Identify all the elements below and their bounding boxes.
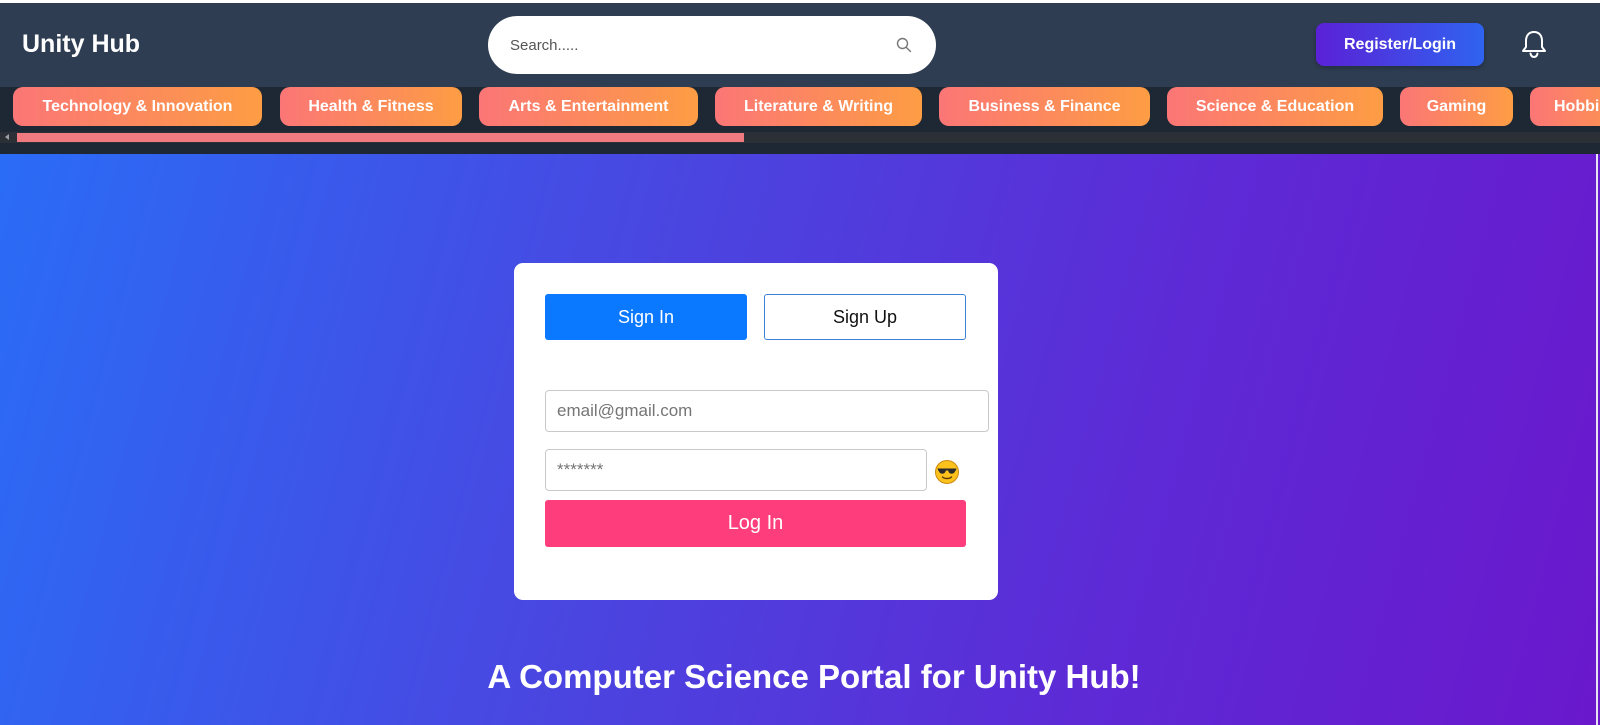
sign-up-tab[interactable]: Sign Up [764,294,966,340]
category-science-education[interactable]: Science & Education [1167,87,1383,126]
sign-in-tab[interactable]: Sign In [545,294,747,340]
search-input[interactable] [510,32,890,58]
category-arts-entertainment[interactable]: Arts & Entertainment [479,87,698,126]
scroll-left-arrow-icon[interactable] [5,134,9,140]
password-field[interactable] [545,449,927,491]
notification-bell-icon[interactable] [1520,29,1548,59]
category-hobbies[interactable]: Hobbi [1530,87,1600,126]
category-literature-writing[interactable]: Literature & Writing [715,87,922,126]
log-in-button[interactable]: Log In [545,500,966,547]
sunglasses-emoji-show-password-icon[interactable] [934,459,960,485]
horizontal-scrollbar[interactable] [0,132,1600,143]
auth-card: Sign In Sign Up Log In [514,263,998,600]
page-edge-divider [1596,154,1598,725]
category-bar: Technology & Innovation Health & Fitness… [0,87,1600,154]
email-field[interactable] [545,390,989,432]
category-health-fitness[interactable]: Health & Fitness [280,87,462,126]
scrollbar-thumb[interactable] [17,133,744,142]
hero-tagline: A Computer Science Portal for Unity Hub! [487,658,1141,695]
app-logo[interactable]: Unity Hub [22,30,140,59]
search-icon[interactable] [896,37,912,58]
register-login-button[interactable]: Register/Login [1316,23,1484,66]
category-gaming[interactable]: Gaming [1400,87,1513,126]
top-navbar: Unity Hub Register/Login [0,3,1600,87]
search-bar[interactable] [488,16,936,74]
category-technology-innovation[interactable]: Technology & Innovation [13,87,262,126]
category-business-finance[interactable]: Business & Finance [939,87,1150,126]
